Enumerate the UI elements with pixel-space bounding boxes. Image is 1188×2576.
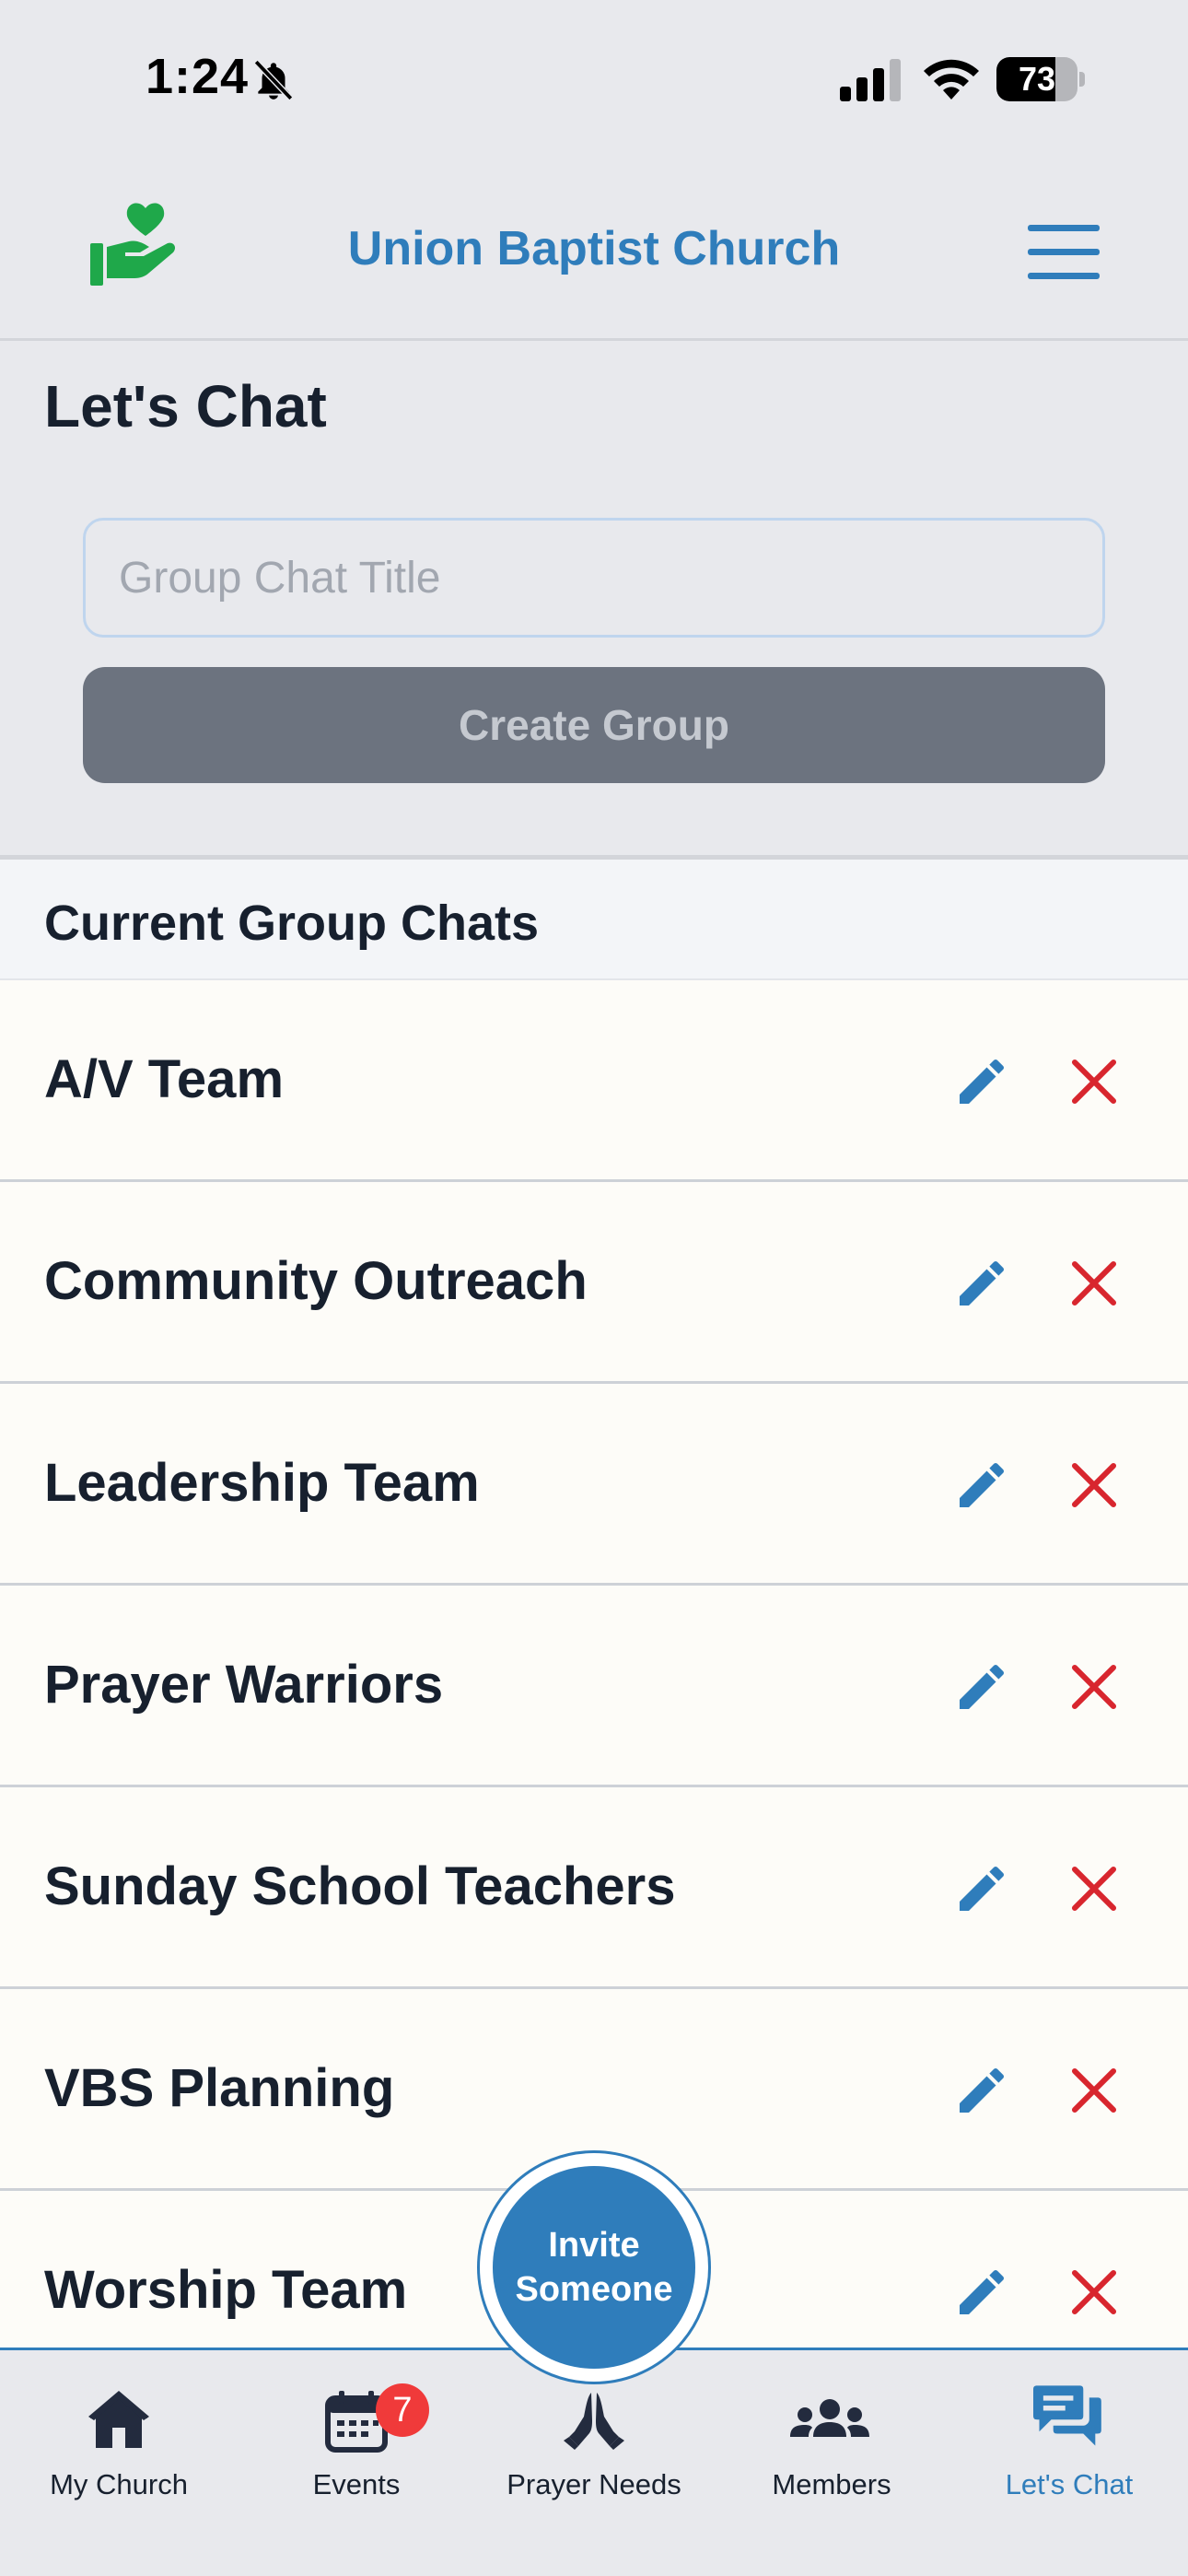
nav-label: Let's Chat: [1005, 2468, 1134, 2500]
pencil-icon[interactable]: [952, 1859, 1011, 1918]
group-chat-title-input[interactable]: [83, 518, 1105, 638]
x-icon[interactable]: [1068, 1056, 1120, 1107]
create-group-button[interactable]: Create Group: [83, 667, 1105, 783]
people-icon: [790, 2399, 869, 2437]
nav-label: My Church: [50, 2468, 188, 2500]
x-icon[interactable]: [1068, 2266, 1120, 2318]
hamburger-menu-icon[interactable]: [1028, 225, 1103, 280]
status-time: 1:24: [146, 49, 250, 104]
chat-name[interactable]: Sunday School Teachers: [44, 1787, 675, 1986]
x-icon[interactable]: [1068, 1661, 1120, 1713]
pencil-icon[interactable]: [952, 1657, 1011, 1716]
home-icon: [88, 2391, 149, 2448]
x-icon[interactable]: [1068, 1258, 1120, 1309]
x-icon[interactable]: [1068, 1863, 1120, 1914]
chat-row[interactable]: Sunday School Teachers: [0, 1787, 1188, 1989]
chat-bubbles-icon: [1033, 2385, 1101, 2446]
invite-button-ring: Invite Someone: [477, 2150, 711, 2384]
chat-row[interactable]: A/V Team: [0, 980, 1188, 1182]
nav-events[interactable]: 7 Events: [238, 2350, 475, 2516]
battery-percent: 73: [1018, 60, 1056, 98]
nav-members[interactable]: Members: [713, 2350, 950, 2516]
chat-name[interactable]: Community Outreach: [44, 1182, 588, 1381]
pencil-icon[interactable]: [952, 2263, 1011, 2322]
nav-label: Events: [312, 2468, 401, 2500]
page-title: Let's Chat: [44, 373, 327, 439]
current-group-chats-header: Current Group Chats: [0, 855, 1188, 980]
pencil-icon[interactable]: [952, 1254, 1011, 1313]
praying-hands-icon: [564, 2393, 624, 2450]
invite-label: Invite Someone: [515, 2226, 673, 2309]
wifi-icon: [924, 59, 979, 100]
pencil-icon[interactable]: [952, 2061, 1011, 2120]
pencil-icon[interactable]: [952, 1456, 1011, 1515]
x-icon[interactable]: [1068, 1459, 1120, 1511]
church-name[interactable]: Union Baptist Church: [0, 221, 1188, 276]
chat-name[interactable]: Leadership Team: [44, 1384, 480, 1583]
invite-someone-button[interactable]: Invite Someone: [493, 2166, 695, 2369]
x-icon[interactable]: [1068, 2065, 1120, 2116]
app-header: Union Baptist Church: [0, 157, 1188, 341]
nav-lets-chat[interactable]: Let's Chat: [950, 2350, 1188, 2516]
chat-name[interactable]: Prayer Warriors: [44, 1586, 443, 1785]
cellular-signal-icon: [840, 59, 901, 101]
chat-name[interactable]: VBS Planning: [44, 1989, 394, 2188]
events-badge: 7: [376, 2383, 429, 2437]
chat-name[interactable]: A/V Team: [44, 980, 284, 1179]
chat-row[interactable]: Community Outreach: [0, 1182, 1188, 1384]
battery-indicator: 73: [996, 57, 1085, 101]
status-bar: 1:24 73: [0, 0, 1188, 157]
chat-row[interactable]: Prayer Warriors: [0, 1586, 1188, 1787]
chat-row[interactable]: Leadership Team: [0, 1384, 1188, 1586]
section-title: Current Group Chats: [44, 896, 540, 951]
nav-label: Members: [772, 2468, 891, 2500]
pencil-icon[interactable]: [952, 1052, 1011, 1111]
screen: 1:24 73 Union Baptist Church Let's Chat …: [0, 0, 1188, 2576]
nav-my-church[interactable]: My Church: [0, 2350, 238, 2516]
bell-slash-icon: [253, 59, 294, 101]
nav-label: Prayer Needs: [507, 2468, 681, 2500]
